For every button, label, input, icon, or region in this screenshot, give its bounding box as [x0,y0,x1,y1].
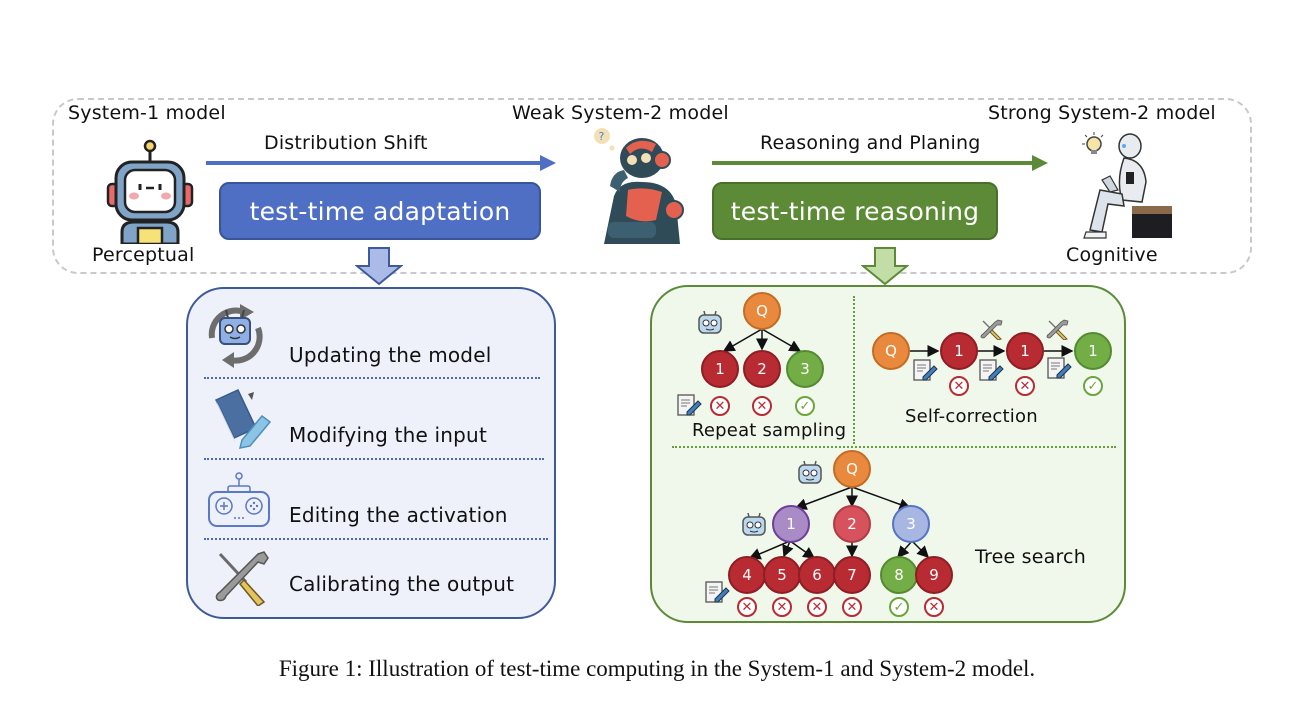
wrong-mark-icon: ✕ [807,597,827,617]
small-robot-icon [696,309,724,337]
correct-mark-icon: ✓ [889,597,909,617]
correct-mark-icon: ✓ [795,396,815,416]
edge [789,540,816,559]
ts-level1-node: 2 [833,505,871,543]
edge [761,328,802,352]
ts-root-node: Q [833,450,871,488]
edge [897,540,913,559]
sc-attempt-node: 1 [1006,332,1044,370]
rs-root-node: Q [743,292,781,330]
wrong-mark-icon: ✕ [1015,376,1035,396]
wrong-mark-icon: ✕ [710,396,730,416]
figure-caption: Figure 1: Illustration of test-time comp… [278,656,1036,681]
sc-attempt-node: 1 [940,332,978,370]
wrong-mark-icon: ✕ [949,376,969,396]
document-edit-icon [978,358,1004,382]
ts-leaf-node: 7 [833,556,871,594]
ts-level1-node: 1 [772,505,810,543]
tools-small-icon [1046,318,1070,341]
correct-mark-icon: ✓ [1083,376,1103,396]
self-correction-label: Self-correction [905,406,1038,427]
document-edit-icon [912,358,938,382]
edge [794,486,853,510]
tree-search-label: Tree search [975,546,1086,568]
wrong-mark-icon: ✕ [842,597,862,617]
wrong-mark-icon: ✕ [772,597,792,617]
ts-level1-node: 3 [892,505,930,543]
document-edit-icon [676,393,702,417]
ts-leaf-node: 9 [915,556,953,594]
edge [911,540,930,559]
rs-child-node: 2 [743,350,781,388]
ts-leaf-node: 8 [880,556,918,594]
small-robot-icon [740,511,768,539]
rs-child-node: 3 [786,350,824,388]
repeat-sampling-label: Repeat sampling [692,420,847,441]
wrong-mark-icon: ✕ [752,396,772,416]
document-edit-icon [704,580,730,604]
sc-attempt-node: 1 [1074,332,1112,370]
ts-leaf-node: 5 [763,556,801,594]
tools-small-icon [980,318,1004,341]
ts-leaf-node: 6 [798,556,836,594]
document-edit-icon [1046,356,1072,380]
edge [851,486,912,511]
edge [722,328,763,352]
wrong-mark-icon: ✕ [924,597,944,617]
rs-child-node: 1 [701,350,739,388]
wrong-mark-icon: ✕ [737,597,757,617]
tree-edges [722,328,1074,560]
sc-query-node: Q [872,332,910,370]
ts-leaf-node: 4 [728,556,766,594]
small-robot-icon [796,459,824,487]
